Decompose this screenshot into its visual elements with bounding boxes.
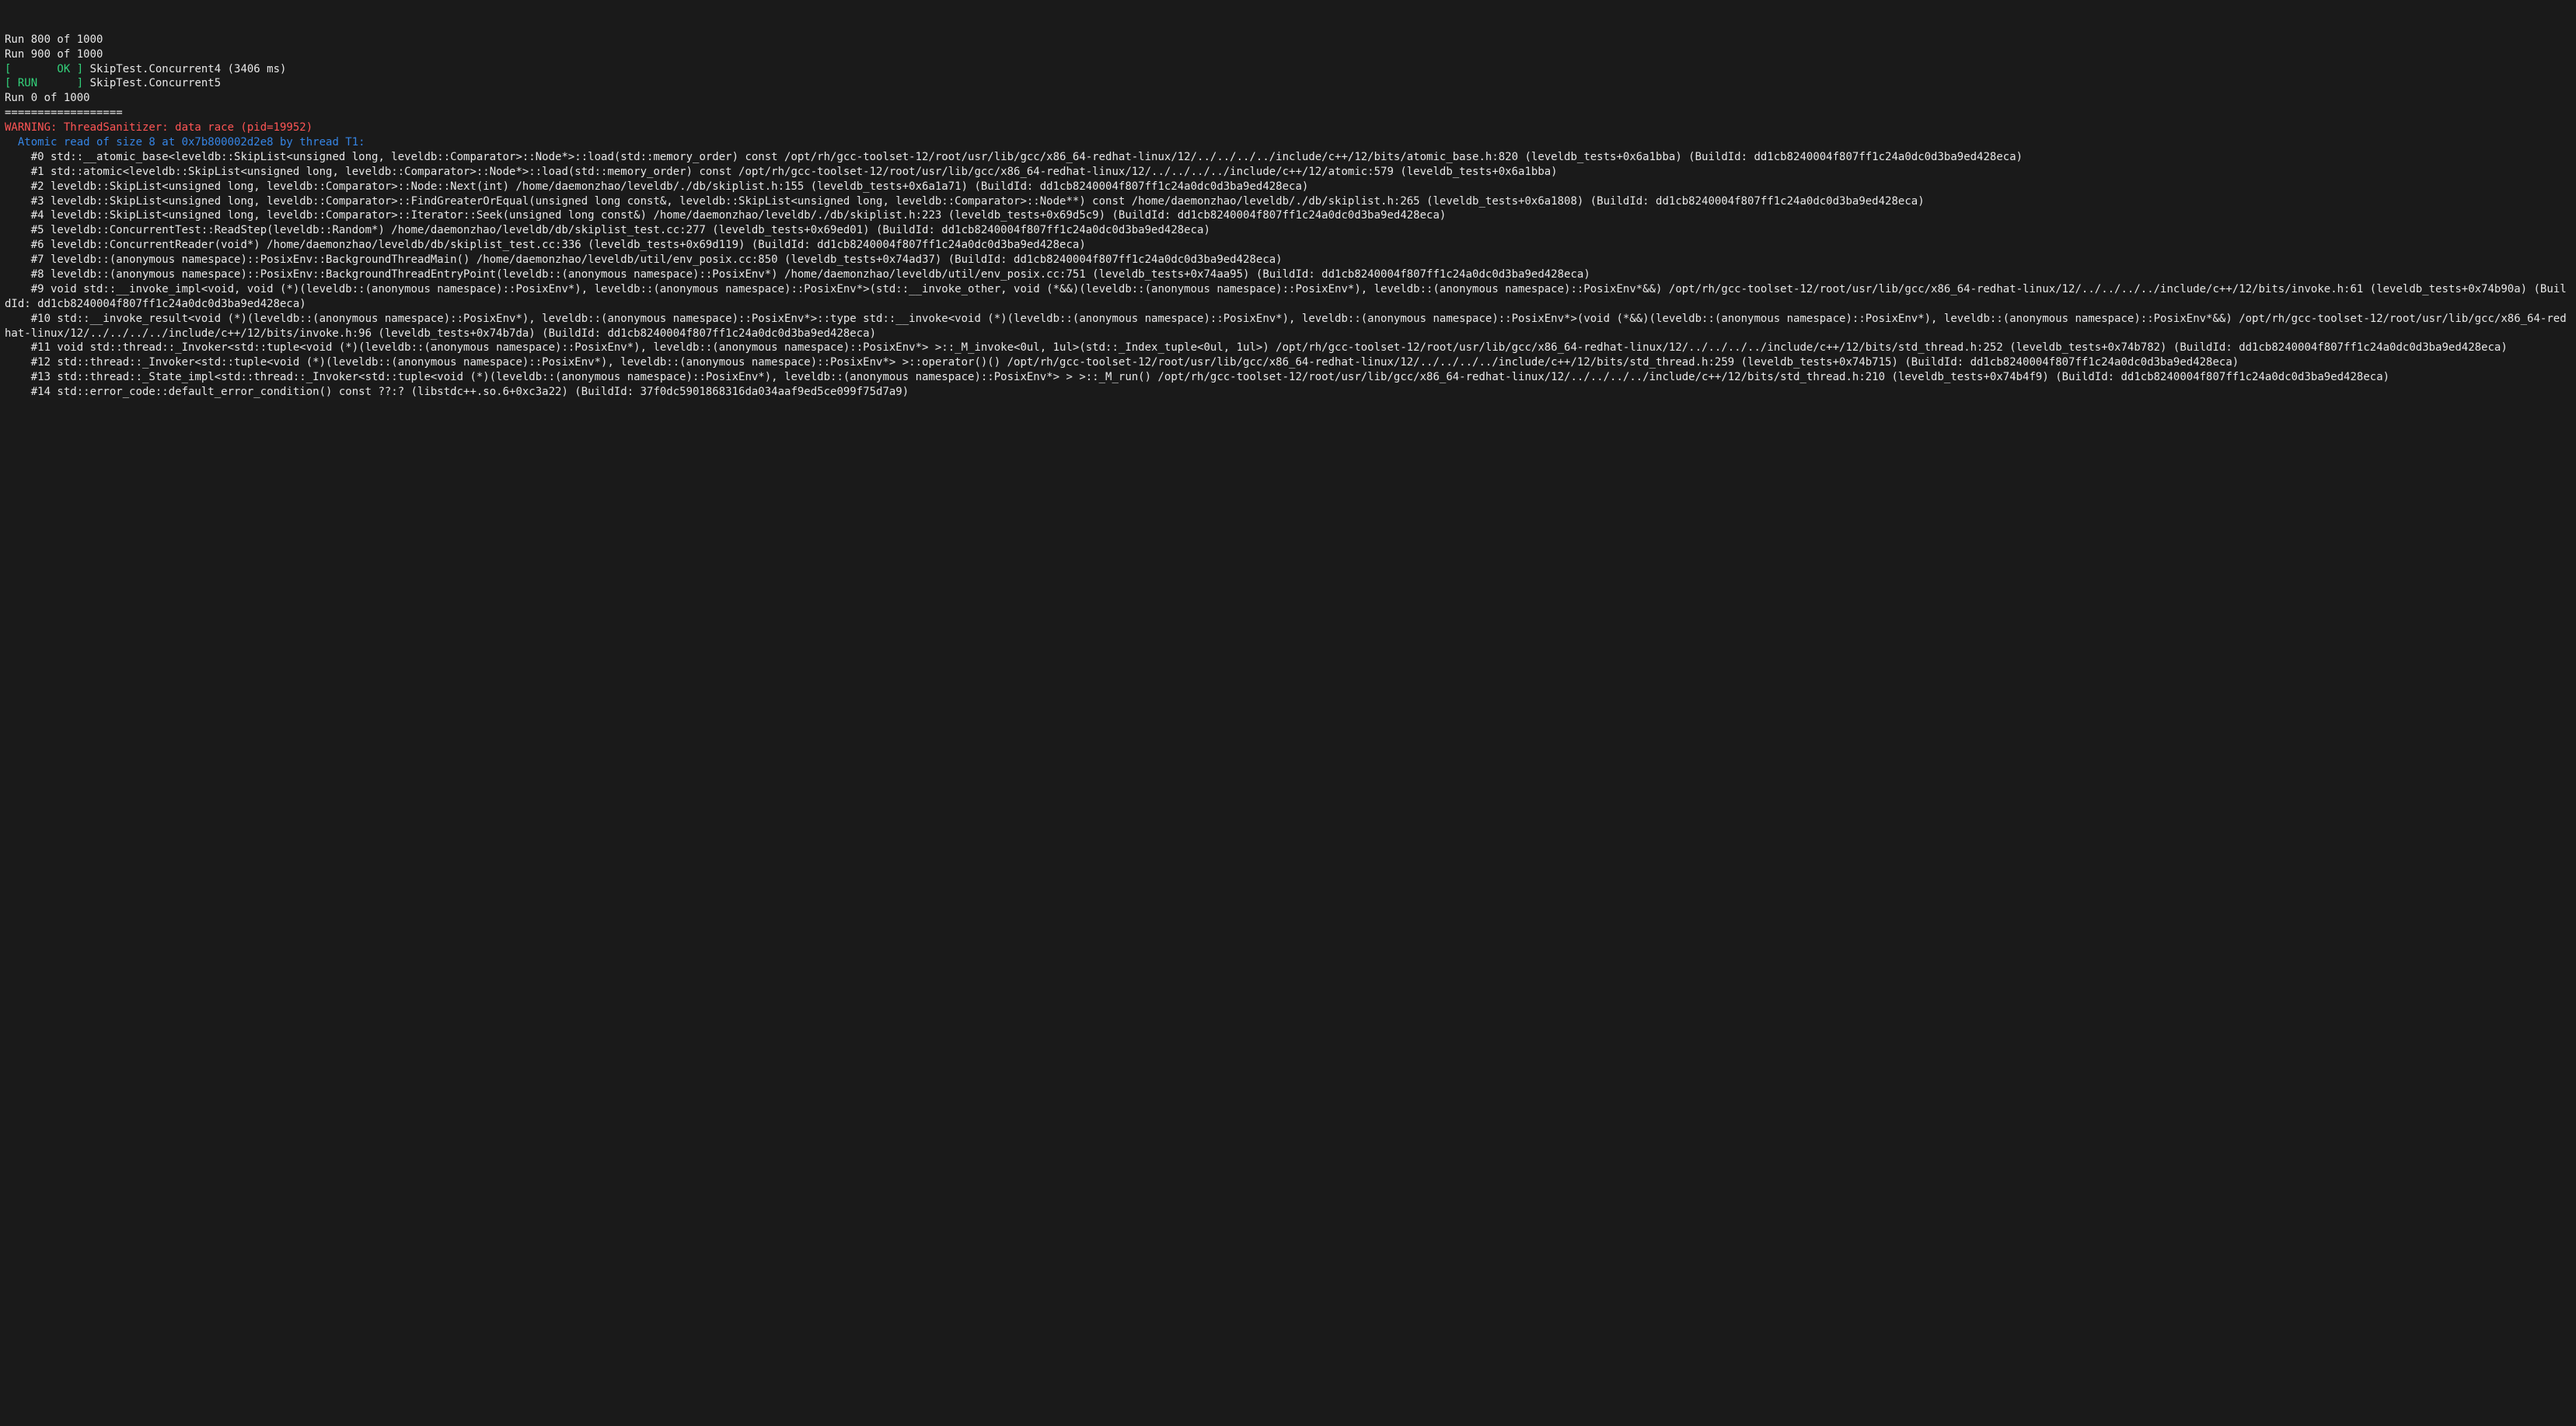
tsan-read-header: Atomic read of size 8 at 0x7b800002d2e8 … <box>5 136 365 149</box>
test-ok-line: [ OK ] SkipTest.Concurrent4 (3406 ms) <box>5 63 286 75</box>
stack-frame: #4 leveldb::SkipList<unsigned long, leve… <box>5 209 1446 222</box>
stack-frame: #7 leveldb::(anonymous namespace)::Posix… <box>5 253 1283 266</box>
test-name: SkipTest.Concurrent4 (3406 ms) <box>90 63 287 75</box>
stack-frame: #10 std::__invoke_result<void (*)(leveld… <box>5 313 2567 340</box>
stack-frame: #14 std::error_code::default_error_condi… <box>5 386 909 398</box>
status-ok: [ OK ] <box>5 63 83 75</box>
stack-frame: #1 std::atomic<leveldb::SkipList<unsigne… <box>5 166 1558 178</box>
status-run: [ RUN ] <box>5 77 83 89</box>
stack-frame: #8 leveldb::(anonymous namespace)::Posix… <box>5 268 1590 281</box>
stack-frame: #5 leveldb::ConcurrentTest::ReadStep(lev… <box>5 224 1210 236</box>
terminal-output[interactable]: Run 800 of 1000 Run 900 of 1000 [ OK ] S… <box>0 30 2576 403</box>
stack-frame: #0 std::__atomic_base<leveldb::SkipList<… <box>5 151 2023 163</box>
separator-line: ================== <box>5 107 123 119</box>
run-progress-line: Run 800 of 1000 <box>5 33 103 46</box>
stack-frame: #11 void std::thread::_Invoker<std::tupl… <box>5 341 2508 354</box>
tsan-warning-header: WARNING: ThreadSanitizer: data race (pid… <box>5 121 312 134</box>
test-name: SkipTest.Concurrent5 <box>90 77 222 89</box>
stack-frame: #9 void std::__invoke_impl<void, void (*… <box>5 283 2567 310</box>
run-progress-line: Run 900 of 1000 <box>5 48 103 61</box>
stack-frame: #6 leveldb::ConcurrentReader(void*) /hom… <box>5 239 1086 251</box>
stack-frame: #2 leveldb::SkipList<unsigned long, leve… <box>5 180 1308 193</box>
test-run-line: [ RUN ] SkipTest.Concurrent5 <box>5 77 221 89</box>
stack-frame: #13 std::thread::_State_impl<std::thread… <box>5 371 2389 383</box>
stack-frame: #12 std::thread::_Invoker<std::tuple<voi… <box>5 356 2239 369</box>
stack-frame: #3 leveldb::SkipList<unsigned long, leve… <box>5 195 1925 208</box>
run-progress-line: Run 0 of 1000 <box>5 92 90 104</box>
